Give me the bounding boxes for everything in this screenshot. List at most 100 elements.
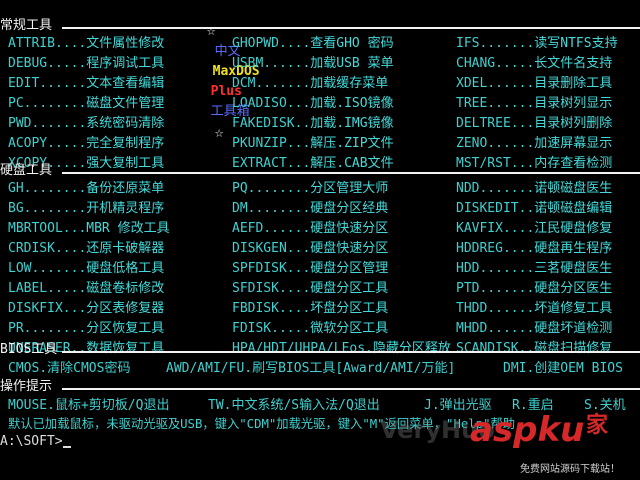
menu-item[interactable]: USBM......加载USB 菜单 bbox=[232, 54, 394, 74]
menu-item[interactable]: HDD.......三茗硬盘医生 bbox=[456, 259, 612, 279]
menu-item[interactable]: BG........开机精灵程序 bbox=[8, 199, 164, 219]
menu-item-command: SPFDISK... bbox=[232, 261, 311, 276]
menu-item-description: 硬盘分区经典 bbox=[310, 201, 389, 216]
menu-item[interactable]: MHDD......硬盘坏道检测 bbox=[456, 319, 612, 339]
menu-item[interactable]: HPA/HDT/UHPA/LEos.隐藏分区释放 bbox=[232, 339, 451, 359]
menu-item[interactable]: ZENO......加速屏幕显示 bbox=[456, 134, 612, 154]
menu-item-command: EDIT...... bbox=[8, 76, 87, 91]
menu-item-description: 强大复制工具 bbox=[86, 156, 165, 171]
menu-item-description: 隐藏分区释放 bbox=[372, 341, 451, 356]
menu-item[interactable]: HDDREG....硬盘再生程序 bbox=[456, 239, 612, 259]
menu-item[interactable]: ATTRIB....文件属性修改 bbox=[8, 34, 164, 54]
site-logo-char: 家 bbox=[586, 413, 609, 438]
menu-item-command: MBRTOOL... bbox=[8, 221, 87, 236]
menu-item[interactable]: CHANG.....长文件名支持 bbox=[456, 54, 612, 74]
menu-item[interactable]: PC........磁盘文件管理 bbox=[8, 94, 164, 114]
menu-item-description: 分区表修复器 bbox=[86, 301, 165, 316]
menu-item-command: PQ........ bbox=[232, 181, 311, 196]
menu-item-command: CRDISK.... bbox=[8, 241, 87, 256]
menu-item[interactable]: PTD.......硬盘分区医生 bbox=[456, 279, 612, 299]
menu-item[interactable]: GHOPWD....查看GHO 密码 bbox=[232, 34, 394, 54]
menu-item-command: DCM....... bbox=[232, 76, 311, 91]
bios-item-dmi[interactable]: DMI.创建OEM BIOS bbox=[503, 359, 623, 379]
menu-item-command: AEFD...... bbox=[232, 221, 311, 236]
menu-item[interactable]: DM........硬盘分区经典 bbox=[232, 199, 388, 219]
menu-item[interactable]: THDD......坏道修复工具 bbox=[456, 299, 612, 319]
menu-item[interactable]: PQ........分区管理大师 bbox=[232, 179, 388, 199]
menu-item-description: 微软分区工具 bbox=[310, 321, 389, 336]
menu-item[interactable]: FDISK.....微软分区工具 bbox=[232, 319, 388, 339]
section-divider bbox=[62, 172, 640, 174]
menu-item-command: DM........ bbox=[232, 201, 311, 216]
menu-item-command: KAVFIX.... bbox=[456, 221, 535, 236]
menu-item[interactable]: TREE......目录树列显示 bbox=[456, 94, 612, 114]
menu-item[interactable]: SCANDISK..磁盘扫描修复 bbox=[456, 339, 612, 359]
site-logo: aspku bbox=[470, 410, 585, 450]
menu-item[interactable]: DEBUG.....程序调试工具 bbox=[8, 54, 164, 74]
menu-item-description: 磁盘卷标修改 bbox=[86, 281, 165, 296]
menu-item[interactable]: FAKEDISK..加载.IMG镜像 bbox=[232, 114, 394, 134]
menu-item-command: GH........ bbox=[8, 181, 87, 196]
section-header-common: 常规工具 bbox=[0, 18, 53, 33]
prompt-path: A:\SOFT> bbox=[0, 434, 63, 449]
section-header-hints: 操作提示 bbox=[0, 379, 53, 394]
menu-item-description: 硬盘快速分区 bbox=[310, 241, 389, 256]
menu-item-command: PKUNZIP... bbox=[232, 136, 311, 151]
text-cursor bbox=[62, 446, 71, 448]
menu-item-description: 坏道修复工具 bbox=[534, 301, 613, 316]
menu-item[interactable]: XDEL......目录删除工具 bbox=[456, 74, 612, 94]
menu-item[interactable]: ACOPY.....完全复制程序 bbox=[8, 134, 164, 154]
menu-item-command: HDD....... bbox=[456, 261, 535, 276]
menu-item[interactable]: PWD.......系统密码清除 bbox=[8, 114, 164, 134]
menu-item-command: USBM...... bbox=[232, 56, 311, 71]
menu-item-description: 系统密码清除 bbox=[86, 116, 165, 131]
menu-item[interactable]: MBRTOOL...MBR 修改工具 bbox=[8, 219, 170, 239]
menu-item[interactable]: MST/RST...内存查看检测 bbox=[456, 154, 612, 174]
menu-item[interactable]: LOW.......硬盘低格工具 bbox=[8, 259, 164, 279]
command-prompt[interactable]: A:\SOFT> bbox=[0, 432, 71, 452]
menu-item[interactable]: DISKFIX...分区表修复器 bbox=[8, 299, 164, 319]
menu-item[interactable]: DELTREE...目录树列删除 bbox=[456, 114, 612, 134]
menu-item-command: FBDISK.... bbox=[232, 301, 311, 316]
menu-item[interactable]: LABEL.....磁盘卷标修改 bbox=[8, 279, 164, 299]
menu-item[interactable]: CRDISK....还原卡破解器 bbox=[8, 239, 164, 259]
menu-item-command: DISKFIX... bbox=[8, 301, 87, 316]
menu-item-command: HPA/HDT/UHPA/LEos. bbox=[232, 341, 373, 356]
star-left-icon: ☆ bbox=[206, 21, 216, 39]
menu-item[interactable]: PR........分区恢复工具 bbox=[8, 319, 164, 339]
menu-item-command: ZENO...... bbox=[456, 136, 535, 151]
menu-item-description: 江民硬盘修复 bbox=[534, 221, 613, 236]
menu-item[interactable]: EDIT......文本查看编辑 bbox=[8, 74, 164, 94]
menu-item-description: 硬盘再生程序 bbox=[534, 241, 613, 256]
menu-item-description: 硬盘分区管理 bbox=[310, 261, 389, 276]
menu-item[interactable]: SFDISK....硬盘分区工具 bbox=[232, 279, 388, 299]
menu-item[interactable]: EXTRACT...解压.CAB文件 bbox=[232, 154, 394, 174]
bios-item-cmos[interactable]: CMOS.清除CMOS密码 bbox=[8, 359, 130, 379]
menu-item-description: 解压.ZIP文件 bbox=[310, 136, 394, 151]
menu-item[interactable]: DCM.......加载缓存菜单 bbox=[232, 74, 388, 94]
menu-item[interactable]: SPFDISK...硬盘分区管理 bbox=[232, 259, 388, 279]
menu-item-command: MHDD...... bbox=[456, 321, 535, 336]
menu-item[interactable]: DISKEDIT..诺顿磁盘编辑 bbox=[456, 199, 612, 219]
menu-item[interactable]: IFS.......读写NTFS支持 bbox=[456, 34, 618, 54]
menu-item[interactable]: FBDISK....坏盘分区工具 bbox=[232, 299, 388, 319]
menu-item-description: 备份还原菜单 bbox=[86, 181, 165, 196]
menu-item-description: 加载.IMG镜像 bbox=[310, 116, 394, 131]
menu-item[interactable]: LOADISO...加载.ISO镜像 bbox=[232, 94, 394, 114]
menu-item[interactable]: GH........备份还原菜单 bbox=[8, 179, 164, 199]
menu-item-command: IFS....... bbox=[456, 36, 535, 51]
bios-item-flash[interactable]: AWD/AMI/FU.刷写BIOS工具[Award/AMI/万能] bbox=[166, 359, 455, 379]
menu-item[interactable]: PKUNZIP...解压.ZIP文件 bbox=[232, 134, 394, 154]
menu-item-command: SCANDISK.. bbox=[456, 341, 535, 356]
menu-item-command: PTD....... bbox=[456, 281, 535, 296]
menu-item-description: 分区恢复工具 bbox=[86, 321, 165, 336]
menu-item-description: 硬盘快速分区 bbox=[310, 221, 389, 236]
menu-item[interactable]: AEFD......硬盘快速分区 bbox=[232, 219, 388, 239]
hint-mouse: MOUSE.鼠标+剪切板/Q退出 bbox=[8, 398, 170, 413]
menu-item-description: 开机精灵程序 bbox=[86, 201, 165, 216]
menu-item-description: 解压.CAB文件 bbox=[310, 156, 394, 171]
menu-item-description: 程序调试工具 bbox=[86, 56, 165, 71]
menu-item[interactable]: NDD.......诺顿磁盘医生 bbox=[456, 179, 612, 199]
menu-item[interactable]: KAVFIX....江民硬盘修复 bbox=[456, 219, 612, 239]
menu-item[interactable]: DISKGEN...硬盘快速分区 bbox=[232, 239, 388, 259]
